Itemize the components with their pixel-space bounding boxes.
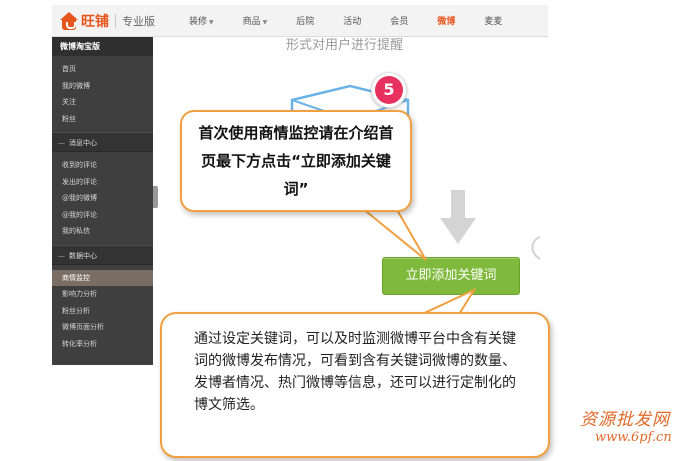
shop-logo-icon: [60, 11, 78, 30]
sidebar-item-page-analysis[interactable]: 微博页面分析: [52, 319, 153, 336]
top-navigation-bar: 旺铺 专业版 装修 ▼ 商品 ▼ 后院 活动 会员 微博 麦麦: [52, 5, 548, 37]
brand-logo[interactable]: 旺铺 专业版: [60, 11, 155, 31]
sidebar-item-conversion-analysis[interactable]: 转化率分析: [52, 336, 153, 353]
chevron-down-icon: ▼: [262, 19, 268, 26]
nav-item-backyard[interactable]: 后院: [296, 14, 314, 27]
nav-item-members[interactable]: 会员: [390, 14, 408, 27]
callout-description: 通过设定关键词，可以及时监测微博平台中含有关键词的微博发布情况，可看到含有关键词…: [160, 312, 550, 458]
step-number: 5: [375, 76, 403, 104]
callout-description-text: 通过设定关键词，可以及时监测微博平台中含有关键词的微博发布情况，可看到含有关键词…: [194, 331, 516, 413]
callout-pointer: [360, 208, 427, 261]
sidebar-item-private-messages[interactable]: 我的私信: [52, 223, 153, 240]
nav-item-maimai[interactable]: 麦麦: [484, 14, 502, 27]
collapse-icon: —: [58, 251, 65, 260]
sidebar-section-messages[interactable]: — 消息中心: [52, 132, 153, 152]
sidebar-item-home[interactable]: 首页: [52, 61, 153, 78]
sidebar-item-mention-weibo[interactable]: @我的微博: [52, 190, 153, 207]
sidebar-item-influence-analysis[interactable]: 影响力分析: [52, 286, 153, 303]
sidebar-section-data[interactable]: — 数据中心: [52, 244, 153, 265]
nav-item-activities[interactable]: 活动: [343, 14, 361, 27]
sidebar-item-sent-comments[interactable]: 发出的评论: [52, 174, 153, 191]
step-badge: 5: [371, 72, 407, 108]
sidebar-collapse-handle[interactable]: [153, 186, 158, 208]
intro-text: 形式对用户进行提醒: [286, 38, 404, 53]
sidebar-item-my-weibo[interactable]: 我的微博: [52, 78, 153, 95]
sidebar-title: 微博淘宝版: [52, 37, 153, 56]
sidebar: 微博淘宝版 首页 我的微博 关注 粉丝 — 消息中心 收到的评论 发出的评论 @我…: [52, 37, 153, 365]
main-nav: 装修 ▼ 商品 ▼ 后院 活动 会员 微博 麦麦: [189, 14, 531, 27]
callout-instruction: 首次使用商情监控请在介绍首页最下方点击“立即添加关键词”: [180, 110, 412, 212]
arrow-down-icon: [440, 190, 476, 244]
edition-label: 专业版: [122, 14, 155, 28]
collapse-icon: —: [58, 139, 65, 147]
sidebar-item-following[interactable]: 关注: [52, 94, 153, 111]
sidebar-item-market-monitor[interactable]: 商情监控: [52, 269, 153, 286]
nav-item-weibo[interactable]: 微博: [437, 14, 455, 27]
callout-instruction-text: 首次使用商情监控请在介绍首页最下方点击“立即添加关键词”: [198, 124, 394, 198]
watermark-text: 资源批发网: [580, 410, 670, 430]
logo-text: 旺铺: [81, 13, 109, 30]
sidebar-item-fans[interactable]: 粉丝: [52, 111, 153, 128]
watermark-url: www.6pf.cn: [595, 430, 672, 445]
nav-item-products[interactable]: 商品 ▼: [243, 14, 268, 27]
sidebar-item-fans-analysis[interactable]: 粉丝分析: [52, 303, 153, 320]
sidebar-item-mention-comments[interactable]: @我的评论: [52, 207, 153, 224]
logo-divider: [115, 13, 116, 28]
sidebar-item-received-comments[interactable]: 收到的评论: [52, 157, 153, 174]
decorative-swirl-icon: [531, 236, 541, 260]
nav-item-decoration[interactable]: 装修 ▼: [189, 14, 214, 27]
chevron-down-icon: ▼: [209, 19, 214, 26]
